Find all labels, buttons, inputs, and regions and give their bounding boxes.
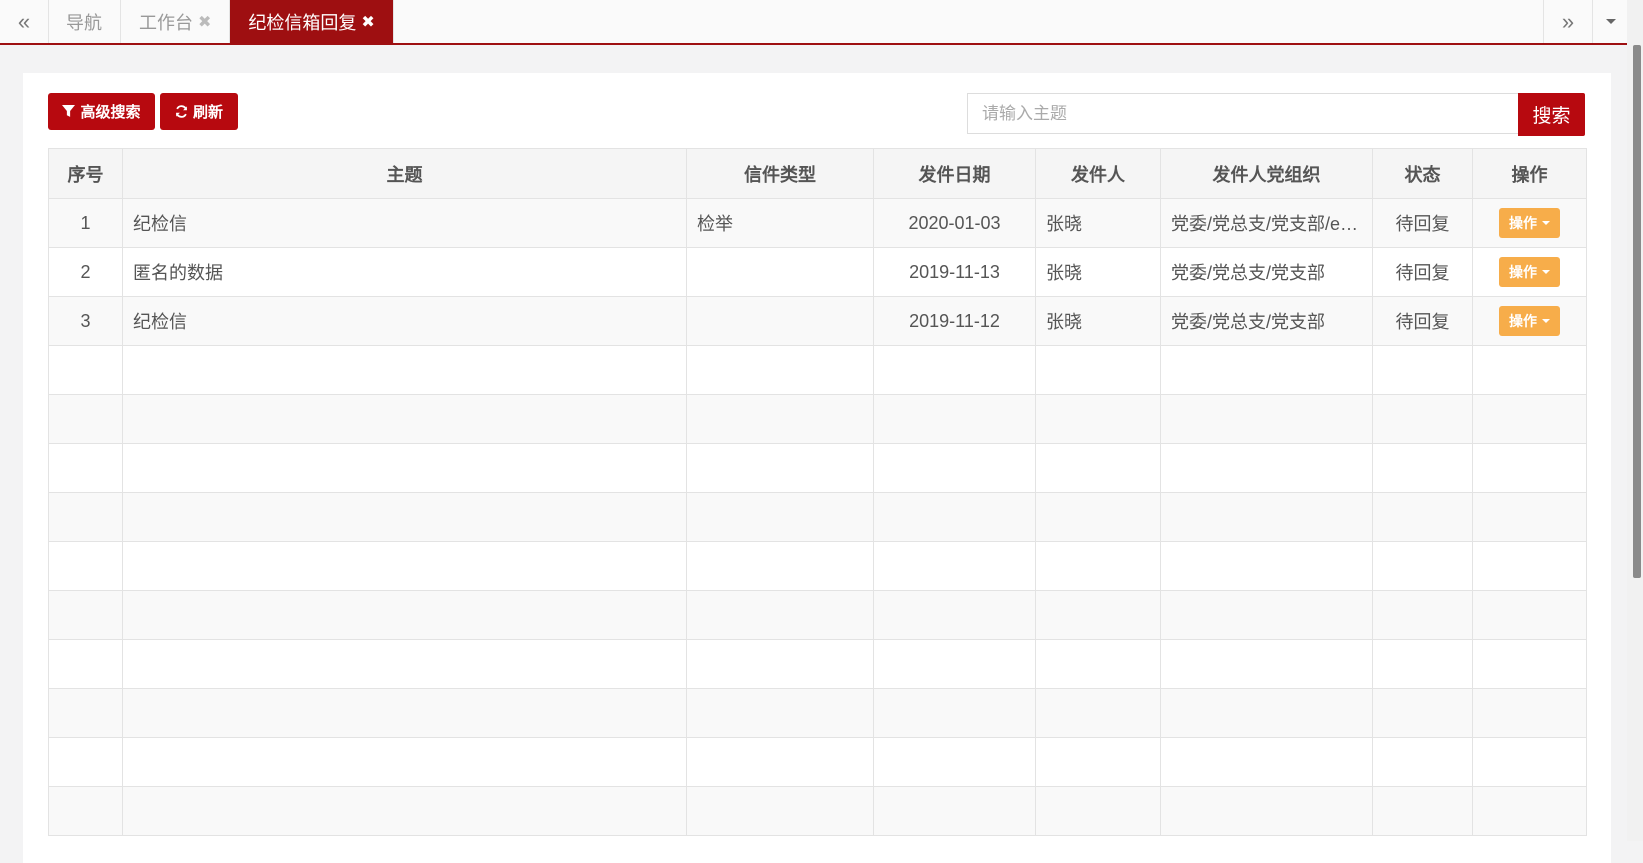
table-header-row: 序号 主题 信件类型 发件日期 发件人 发件人党组织 状态 操作 (48, 148, 1587, 199)
cell-sender: 张晓 (1035, 198, 1161, 248)
cell-actions: 操作 (1472, 247, 1587, 297)
caret-down-icon (1542, 270, 1550, 274)
caret-down-icon (1542, 221, 1550, 225)
search-button[interactable]: 搜索 (1518, 93, 1585, 136)
caret-down-icon (1605, 19, 1616, 24)
cell-status: 待回复 (1372, 247, 1473, 297)
double-chevron-left-icon: « (17, 8, 31, 34)
scrollbar-thumb[interactable] (1633, 45, 1641, 578)
empty-table-row (48, 492, 1587, 542)
cell-sender-org: 党委/党总支/党支部 (1160, 296, 1373, 346)
refresh-label: 刷新 (192, 104, 223, 121)
tab-label: 导航 (66, 12, 102, 33)
row-action-label: 操作 (1509, 215, 1537, 231)
tab-inspection-mailbox-reply[interactable]: 纪检信箱回复 ✖ (230, 0, 394, 43)
tab-bar: « 导航 工作台 ✖ 纪检信箱回复 ✖ » (0, 0, 1628, 45)
empty-table-row (48, 786, 1587, 836)
search-button-label: 搜索 (1532, 106, 1571, 127)
cell-sender: 张晓 (1035, 296, 1161, 346)
empty-table-row (48, 345, 1587, 395)
table-row[interactable]: 3 纪检信 2019-11-12 张晓 党委/党总支/党支部 待回复 操作 (48, 296, 1587, 346)
content-panel: 高级搜索 刷新 搜索 序号 主题 信件类型 发件日期 发件人 发件人党组织 状 (23, 73, 1611, 863)
column-header-letter-type[interactable]: 信件类型 (686, 148, 874, 199)
tab-scroll-left-button[interactable]: « (0, 0, 49, 43)
tab-label: 工作台 (139, 12, 193, 33)
row-action-dropdown-button[interactable]: 操作 (1499, 208, 1560, 238)
cell-index: 3 (48, 296, 123, 346)
refresh-icon (175, 105, 188, 118)
tab-menu-dropdown[interactable] (1592, 0, 1628, 43)
cell-subject: 纪检信 (122, 296, 687, 346)
tab-label: 纪检信箱回复 (248, 12, 357, 33)
cell-sender-org: 党委/党总支/党支部/e… (1160, 198, 1373, 248)
close-icon[interactable]: ✖ (198, 12, 211, 32)
cell-status: 待回复 (1372, 198, 1473, 248)
cell-letter-type (686, 247, 874, 297)
cell-send-date: 2020-01-03 (873, 198, 1036, 248)
empty-table-row (48, 443, 1587, 493)
cell-actions: 操作 (1472, 198, 1587, 248)
column-header-send-date[interactable]: 发件日期 (873, 148, 1036, 199)
cell-subject: 纪检信 (122, 198, 687, 248)
advanced-search-button[interactable]: 高级搜索 (48, 93, 155, 130)
tab-list: 导航 工作台 ✖ 纪检信箱回复 ✖ (48, 0, 394, 43)
filter-icon (62, 105, 76, 117)
row-action-dropdown-button[interactable]: 操作 (1499, 257, 1560, 287)
empty-table-row (48, 541, 1587, 591)
column-header-status[interactable]: 状态 (1372, 148, 1473, 199)
column-header-index[interactable]: 序号 (48, 148, 123, 199)
cell-letter-type (686, 296, 874, 346)
cell-subject: 匿名的数据 (122, 247, 687, 297)
table-row[interactable]: 2 匿名的数据 2019-11-13 张晓 党委/党总支/党支部 待回复 操作 (48, 247, 1587, 297)
column-header-actions: 操作 (1472, 148, 1587, 199)
refresh-button[interactable]: 刷新 (160, 93, 238, 130)
cell-letter-type: 检举 (686, 198, 874, 248)
cell-send-date: 2019-11-13 (873, 247, 1036, 297)
row-action-dropdown-button[interactable]: 操作 (1499, 306, 1560, 336)
cell-sender: 张晓 (1035, 247, 1161, 297)
empty-table-row (48, 639, 1587, 689)
cell-index: 1 (48, 198, 123, 248)
column-header-sender[interactable]: 发件人 (1035, 148, 1161, 199)
empty-table-row (48, 688, 1587, 738)
double-chevron-right-icon: » (1561, 8, 1575, 34)
close-icon[interactable]: ✖ (361, 12, 374, 32)
empty-table-row (48, 737, 1587, 787)
letters-table: 序号 主题 信件类型 发件日期 发件人 发件人党组织 状态 操作 1 纪检信 检… (48, 148, 1587, 836)
tab-workbench[interactable]: 工作台 ✖ (121, 0, 231, 43)
search-input[interactable] (967, 93, 1518, 134)
empty-table-row (48, 394, 1587, 444)
row-action-label: 操作 (1509, 264, 1537, 280)
advanced-search-label: 高级搜索 (80, 104, 141, 121)
row-action-label: 操作 (1509, 313, 1537, 329)
cell-actions: 操作 (1472, 296, 1587, 346)
column-header-sender-org[interactable]: 发件人党组织 (1160, 148, 1373, 199)
tab-scroll-right-button[interactable]: » (1543, 0, 1592, 43)
vertical-scrollbar[interactable] (1627, 0, 1643, 841)
tab-navigation[interactable]: 导航 (48, 0, 121, 43)
cell-send-date: 2019-11-12 (873, 296, 1036, 346)
column-header-subject[interactable]: 主题 (122, 148, 687, 199)
empty-table-row (48, 590, 1587, 640)
cell-index: 2 (48, 247, 123, 297)
cell-status: 待回复 (1372, 296, 1473, 346)
cell-sender-org: 党委/党总支/党支部 (1160, 247, 1373, 297)
table-row[interactable]: 1 纪检信 检举 2020-01-03 张晓 党委/党总支/党支部/e… 待回复… (48, 198, 1587, 248)
caret-down-icon (1542, 319, 1550, 323)
